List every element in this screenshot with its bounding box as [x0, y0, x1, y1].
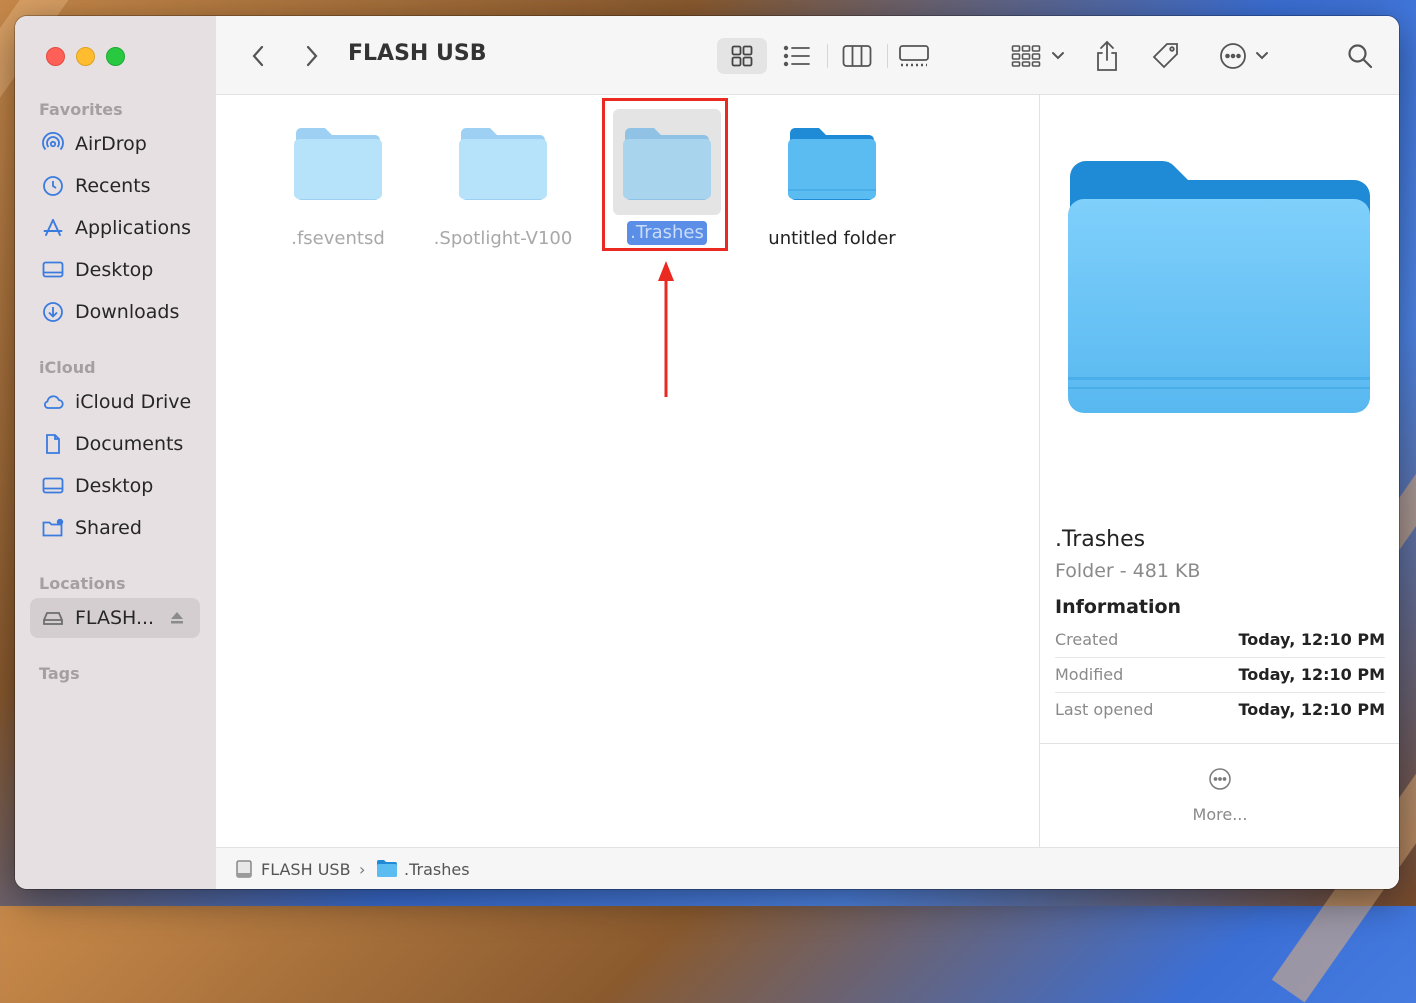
group-icon	[1011, 45, 1041, 67]
ellipsis-circle-icon	[1220, 43, 1246, 69]
forward-button[interactable]	[300, 38, 324, 74]
sidebar-item-recents[interactable]: Recents	[30, 166, 200, 206]
eject-icon[interactable]	[168, 609, 186, 627]
file-name: untitled folder	[768, 228, 896, 249]
sidebar-item-label: Downloads	[75, 301, 180, 323]
sidebar-item-label: Desktop	[75, 475, 154, 497]
folder-icon	[459, 128, 547, 200]
shared-folder-icon	[42, 518, 64, 537]
information-heading: Information	[1055, 596, 1182, 618]
applications-icon	[43, 219, 63, 236]
list-icon	[783, 45, 810, 67]
finder-window: Favorites AirDrop Recents Applications D…	[15, 16, 1399, 889]
chevron-down-icon	[1256, 52, 1268, 60]
sidebar-item-airdrop[interactable]: AirDrop	[30, 124, 200, 164]
preview-divider	[1040, 743, 1399, 744]
sidebar-item-label: Desktop	[75, 259, 154, 281]
icon-view-button[interactable]	[717, 38, 767, 74]
info-key: Created	[1055, 630, 1119, 649]
annotation-arrow-icon	[658, 261, 674, 397]
annotation-highlight-box	[602, 98, 728, 251]
zoom-window-button[interactable]	[106, 47, 125, 66]
chevron-down-icon	[1052, 52, 1064, 60]
action-menu-button[interactable]	[1216, 38, 1272, 74]
list-view-button[interactable]	[782, 38, 812, 74]
drive-icon	[43, 612, 63, 625]
clock-icon	[43, 176, 63, 196]
file-grid: .fseventsd .Spotlight-V100 .Trashes unti…	[216, 95, 1039, 847]
sidebar-item-downloads[interactable]: Downloads	[30, 292, 200, 332]
drive-icon	[236, 860, 252, 878]
toolbar: FLASH USB	[216, 16, 1399, 95]
sidebar-item-icloud-drive[interactable]: iCloud Drive	[30, 382, 200, 422]
section-icloud: iCloud	[39, 358, 96, 377]
sidebar-item-label: Applications	[75, 217, 192, 239]
ellipsis-circle-icon[interactable]	[1208, 767, 1232, 791]
sidebar-item-label: FLASH...	[75, 607, 155, 629]
info-key: Last opened	[1055, 700, 1154, 719]
file-name: .fseventsd	[291, 228, 385, 249]
window-title: FLASH USB	[348, 41, 487, 66]
document-icon	[46, 434, 60, 454]
info-row-modified: Modified Today, 12:10 PM	[1055, 658, 1385, 693]
tag-button[interactable]	[1150, 38, 1182, 74]
sidebar-item-label: Shared	[75, 517, 142, 539]
info-value: Today, 12:10 PM	[1238, 630, 1385, 649]
sidebar-item-documents[interactable]: Documents	[30, 424, 200, 464]
column-view-button[interactable]	[841, 38, 873, 74]
path-bar: FLASH USB › .Trashes	[216, 847, 1399, 889]
sidebar-item-label: AirDrop	[75, 133, 147, 155]
grid-icon	[731, 45, 753, 67]
preview-title: .Trashes	[1055, 527, 1146, 552]
section-tags: Tags	[39, 664, 80, 683]
info-key: Modified	[1055, 665, 1124, 684]
sidebar-item-label: Recents	[75, 175, 151, 197]
minimize-window-button[interactable]	[76, 47, 95, 66]
sidebar-item-shared[interactable]: Shared	[30, 508, 200, 548]
close-window-button[interactable]	[46, 47, 65, 66]
folder-icon	[788, 128, 876, 200]
preview-pane: .Trashes Folder - 481 KB Information Cre…	[1039, 95, 1399, 847]
file-name: .Spotlight-V100	[433, 228, 573, 249]
info-row-created: Created Today, 12:10 PM	[1055, 623, 1385, 658]
sidebar-item-label: Documents	[75, 433, 184, 455]
folder-icon	[294, 128, 382, 200]
chevron-right-icon	[306, 45, 318, 67]
chevron-left-icon	[252, 45, 264, 67]
path-item-trashes[interactable]: .Trashes	[404, 860, 470, 879]
download-icon	[43, 302, 63, 322]
back-button[interactable]	[246, 38, 270, 74]
path-item-flash-usb[interactable]: FLASH USB	[261, 860, 351, 879]
info-value: Today, 12:10 PM	[1238, 700, 1385, 719]
gallery-view-button[interactable]	[897, 38, 931, 74]
section-favorites: Favorites	[39, 100, 123, 119]
path-separator: ›	[359, 860, 366, 879]
airdrop-icon	[42, 132, 64, 151]
sidebar-item-label: iCloud Drive	[75, 391, 192, 413]
more-button[interactable]: More...	[1040, 805, 1399, 824]
section-locations: Locations	[39, 574, 126, 593]
folder-preview-icon	[1068, 160, 1370, 413]
columns-icon	[842, 45, 872, 67]
sidebar-item-applications[interactable]: Applications	[30, 208, 200, 248]
info-row-last-opened: Last opened Today, 12:10 PM	[1055, 693, 1385, 727]
share-icon	[1097, 40, 1117, 71]
sidebar-item-flash-usb[interactable]: FLASH...	[30, 598, 200, 638]
gallery-icon	[899, 45, 929, 67]
desktop-icon	[42, 477, 64, 494]
sidebar: Favorites AirDrop Recents Applications D…	[15, 16, 217, 889]
cloud-icon	[44, 395, 64, 409]
search-icon	[1348, 44, 1373, 69]
group-by-button[interactable]	[1008, 38, 1068, 74]
desktop-icon	[42, 261, 64, 278]
preview-kind-size: Folder - 481 KB	[1055, 560, 1201, 582]
search-button[interactable]	[1345, 38, 1375, 74]
sidebar-item-icloud-desktop[interactable]: Desktop	[30, 466, 200, 506]
folder-icon	[377, 860, 397, 877]
share-button[interactable]	[1093, 38, 1121, 74]
info-value: Today, 12:10 PM	[1238, 665, 1385, 684]
tag-icon	[1152, 43, 1178, 69]
sidebar-item-desktop[interactable]: Desktop	[30, 250, 200, 290]
